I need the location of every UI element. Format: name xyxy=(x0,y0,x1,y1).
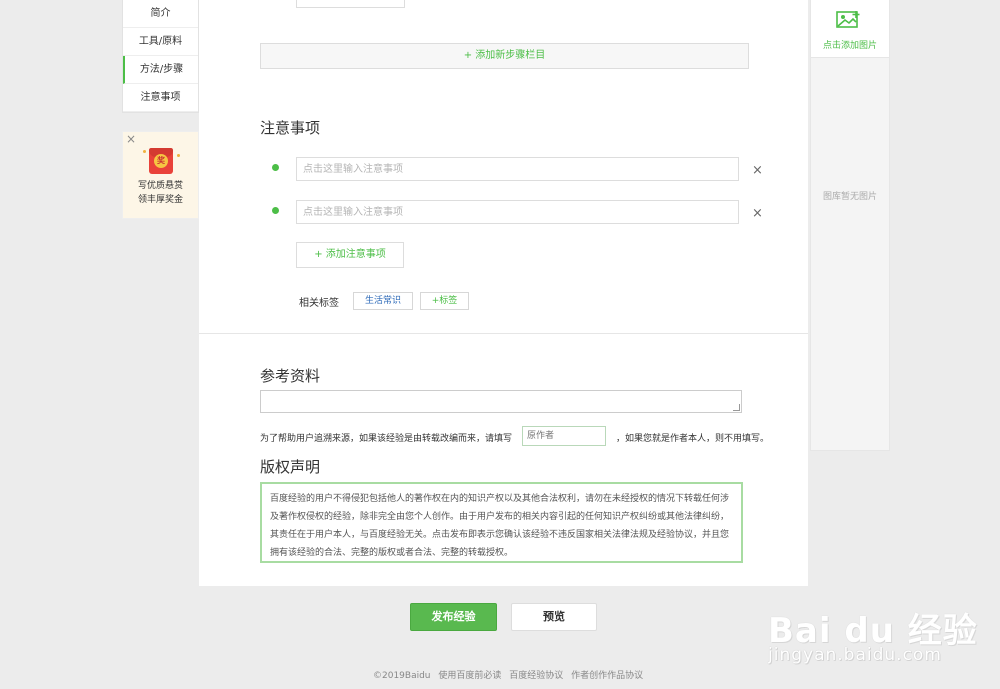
copyright-text: 百度经验的用户不得侵犯包括他人的著作权在内的知识产权以及其他合法权利，请勿在未经… xyxy=(260,482,743,563)
footer-link-agreement[interactable]: 百度经验协议 xyxy=(509,671,563,681)
editor-main: + 添加新步骤栏目 注意事项 × × + 添加注意事项 相关标签 生活常识 +标… xyxy=(199,0,808,586)
nav-item-steps[interactable]: 方法/步骤 xyxy=(123,56,198,84)
nav-item-notes[interactable]: 注意事项 xyxy=(123,84,198,112)
add-tag-button[interactable]: +标签 xyxy=(420,292,469,310)
promo-text: 写优质悬赏 领丰厚奖金 xyxy=(123,179,198,207)
bullet-dot xyxy=(272,207,279,214)
add-image-label: 点击添加图片 xyxy=(822,41,877,51)
source-hint-suffix: ，如果您就是作者本人，则不用填写。 xyxy=(616,434,770,444)
reference-heading: 参考资料 xyxy=(260,367,321,385)
nav-item-tools[interactable]: 工具/原料 xyxy=(123,28,198,56)
source-hint-prefix: 为了帮助用户追溯来源，如果该经验是由转载改编而来，请填写 xyxy=(260,434,513,444)
nav-item-intro[interactable]: 简介 xyxy=(123,0,198,28)
preview-button[interactable]: 预览 xyxy=(511,603,597,631)
image-add-icon xyxy=(836,11,860,28)
add-step-button[interactable]: + 添加新步骤栏目 xyxy=(260,43,749,69)
red-envelope-icon: 奖 xyxy=(149,148,173,174)
footer: ©2019Baidu 使用百度前必读 百度经验协议 作者创作作品协议 xyxy=(373,668,648,681)
gallery-empty-text: 图库暂无图片 xyxy=(822,192,877,202)
left-nav: 简介 工具/原料 方法/步骤 注意事项 xyxy=(122,0,199,113)
original-author-input[interactable] xyxy=(522,426,606,446)
add-note-button[interactable]: + 添加注意事项 xyxy=(296,242,404,268)
footer-link-author-agreement[interactable]: 作者创作作品协议 xyxy=(571,671,643,681)
publish-button[interactable]: 发布经验 xyxy=(410,603,497,631)
add-image-button[interactable]: 点击添加图片 xyxy=(811,0,889,58)
note-input-1[interactable] xyxy=(296,157,739,181)
watermark-url: jingyan.baidu.com xyxy=(768,645,942,665)
footer-copyright: ©2019Baidu xyxy=(373,671,431,681)
resize-handle-icon[interactable] xyxy=(733,404,740,411)
promo-line-2: 领丰厚奖金 xyxy=(137,195,183,205)
tags-label: 相关标签 xyxy=(299,298,339,309)
close-icon[interactable]: × xyxy=(126,132,136,146)
bullet-dot xyxy=(272,164,279,171)
remove-note-2-icon[interactable]: × xyxy=(752,206,763,221)
tag-item[interactable]: 生活常识 xyxy=(353,292,413,310)
notes-heading: 注意事项 xyxy=(260,119,321,137)
reward-promo[interactable]: × 奖 写优质悬赏 领丰厚奖金 xyxy=(122,131,199,219)
step-input-stub[interactable] xyxy=(296,0,405,8)
promo-line-1: 写优质悬赏 xyxy=(137,181,183,191)
image-panel: 点击添加图片 图库暂无图片 xyxy=(810,0,890,451)
baidu-jingyan-watermark: Bai du 经验 jingyan.baidu.com xyxy=(768,585,998,685)
remove-note-1-icon[interactable]: × xyxy=(752,163,763,178)
sparkle-icon xyxy=(143,150,146,153)
reference-textarea[interactable] xyxy=(260,390,742,413)
note-input-2[interactable] xyxy=(296,200,739,224)
section-divider xyxy=(199,333,808,334)
footer-link-terms[interactable]: 使用百度前必读 xyxy=(438,671,501,681)
reward-badge: 奖 xyxy=(154,154,168,168)
sparkle-icon xyxy=(177,154,180,157)
copyright-heading: 版权声明 xyxy=(260,458,321,476)
